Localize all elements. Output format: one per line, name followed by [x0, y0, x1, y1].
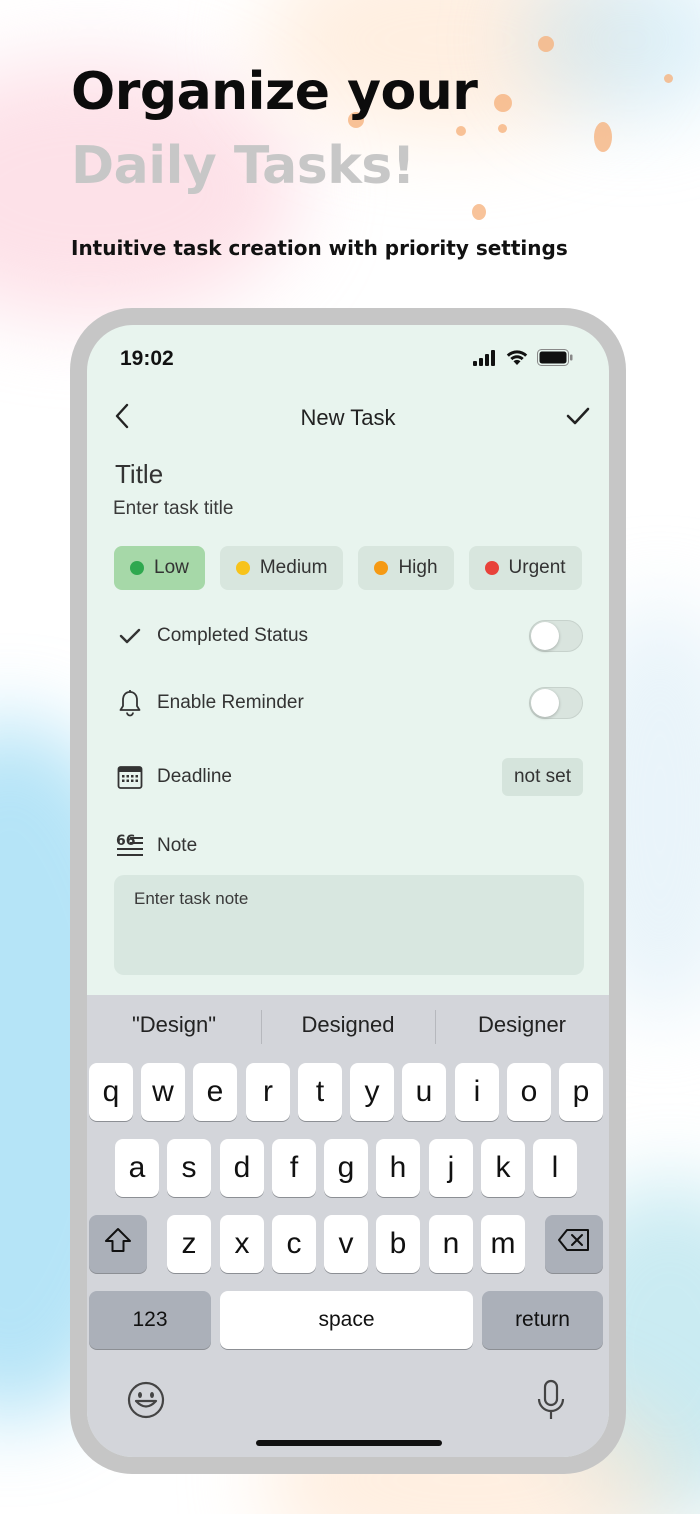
key-c[interactable]: c [272, 1215, 316, 1273]
completed-status-row: Completed Status [115, 616, 583, 656]
priority-chip-low[interactable]: Low [114, 546, 205, 590]
key-o[interactable]: o [507, 1063, 551, 1121]
key-g[interactable]: g [324, 1139, 368, 1197]
key-l[interactable]: l [533, 1139, 577, 1197]
key-k[interactable]: k [481, 1139, 525, 1197]
suggestion-item[interactable]: Designer [435, 1010, 609, 1044]
key-i[interactable]: i [455, 1063, 499, 1121]
wifi-icon [505, 349, 529, 371]
task-note-input[interactable] [114, 875, 584, 975]
completed-status-label: Completed Status [157, 625, 309, 646]
status-time: 19:02 [120, 347, 174, 370]
key-e[interactable]: e [193, 1063, 237, 1121]
shift-key[interactable] [89, 1215, 147, 1273]
numbers-key[interactable]: 123 [89, 1291, 211, 1349]
priority-chip-urgent[interactable]: Urgent [468, 546, 582, 590]
key-h[interactable]: h [376, 1139, 420, 1197]
title-label: Title [115, 459, 164, 489]
delete-key[interactable] [545, 1215, 603, 1273]
deadline-label: Deadline [157, 766, 232, 787]
priority-label: Medium [259, 557, 328, 578]
enable-reminder-label: Enable Reminder [157, 692, 304, 713]
note-label: Note [157, 835, 198, 856]
note-row: 66 Note [115, 826, 583, 866]
cellular-signal-icon [473, 349, 497, 371]
key-m[interactable]: m [481, 1215, 525, 1273]
promo-headline: Organize your [71, 62, 478, 122]
priority-label: Low [154, 557, 189, 578]
key-w[interactable]: w [141, 1063, 185, 1121]
microphone-icon [536, 1379, 566, 1426]
priority-dot-icon [374, 561, 389, 575]
key-p[interactable]: p [559, 1063, 603, 1121]
key-s[interactable]: s [167, 1139, 211, 1197]
priority-dot-icon [235, 561, 250, 575]
priority-chip-medium[interactable]: Medium [219, 546, 344, 590]
shift-icon [103, 1226, 133, 1262]
priority-label: High [398, 557, 438, 578]
key-b[interactable]: b [376, 1215, 420, 1273]
key-v[interactable]: v [324, 1215, 368, 1273]
key-t[interactable]: t [298, 1063, 342, 1121]
keyboard-suggestions: "Design" Designed Designer [87, 995, 609, 1055]
key-f[interactable]: f [272, 1139, 316, 1197]
dictation-button[interactable] [531, 1379, 571, 1425]
key-j[interactable]: j [429, 1139, 473, 1197]
deadline-picker-button[interactable]: not set [501, 758, 583, 796]
battery-icon [537, 349, 573, 371]
svg-text:66: 66 [116, 834, 135, 849]
key-q[interactable]: q [89, 1063, 133, 1121]
phone-screen: 19:02 New Task Title Enter task title Lo… [87, 325, 609, 1457]
key-d[interactable]: d [220, 1139, 264, 1197]
emoji-icon [126, 1380, 166, 1425]
priority-chip-high[interactable]: High [358, 546, 454, 590]
checkmark-icon [566, 406, 590, 431]
page-title: New Task [300, 405, 396, 430]
key-x[interactable]: x [220, 1215, 264, 1273]
home-indicator[interactable] [256, 1440, 442, 1446]
priority-label: Urgent [508, 557, 566, 578]
calendar-icon [115, 762, 145, 792]
key-z[interactable]: z [167, 1215, 211, 1273]
key-y[interactable]: y [350, 1063, 394, 1121]
emoji-button[interactable] [125, 1381, 167, 1423]
status-icons [473, 349, 573, 371]
delete-icon [557, 1227, 591, 1261]
priority-selector: Low Medium High Urgent [114, 546, 582, 590]
priority-dot-icon [484, 561, 499, 575]
key-u[interactable]: u [402, 1063, 446, 1121]
completed-status-toggle[interactable] [529, 620, 583, 652]
save-task-button[interactable] [563, 403, 593, 433]
suggestion-item[interactable]: Designed [261, 1010, 435, 1044]
bell-icon [115, 688, 145, 718]
quote-text-icon: 66 [115, 831, 145, 861]
task-title-input[interactable] [113, 495, 573, 523]
deadline-row: Deadline not set [115, 757, 583, 797]
space-key[interactable]: space [220, 1291, 473, 1349]
checkmark-icon [115, 621, 145, 651]
key-r[interactable]: r [246, 1063, 290, 1121]
promo-subheadline: Intuitive task creation with priority se… [71, 236, 568, 260]
suggestion-item[interactable]: "Design" [87, 1012, 261, 1038]
enable-reminder-row: Enable Reminder [115, 683, 583, 723]
promo-headline-highlight: Daily Tasks! [71, 136, 415, 196]
key-n[interactable]: n [429, 1215, 473, 1273]
on-screen-keyboard: "Design" Designed Designer q w e r t y u… [87, 995, 609, 1457]
enable-reminder-toggle[interactable] [529, 687, 583, 719]
return-key[interactable]: return [482, 1291, 603, 1349]
priority-dot-icon [130, 561, 144, 575]
key-a[interactable]: a [115, 1139, 159, 1197]
